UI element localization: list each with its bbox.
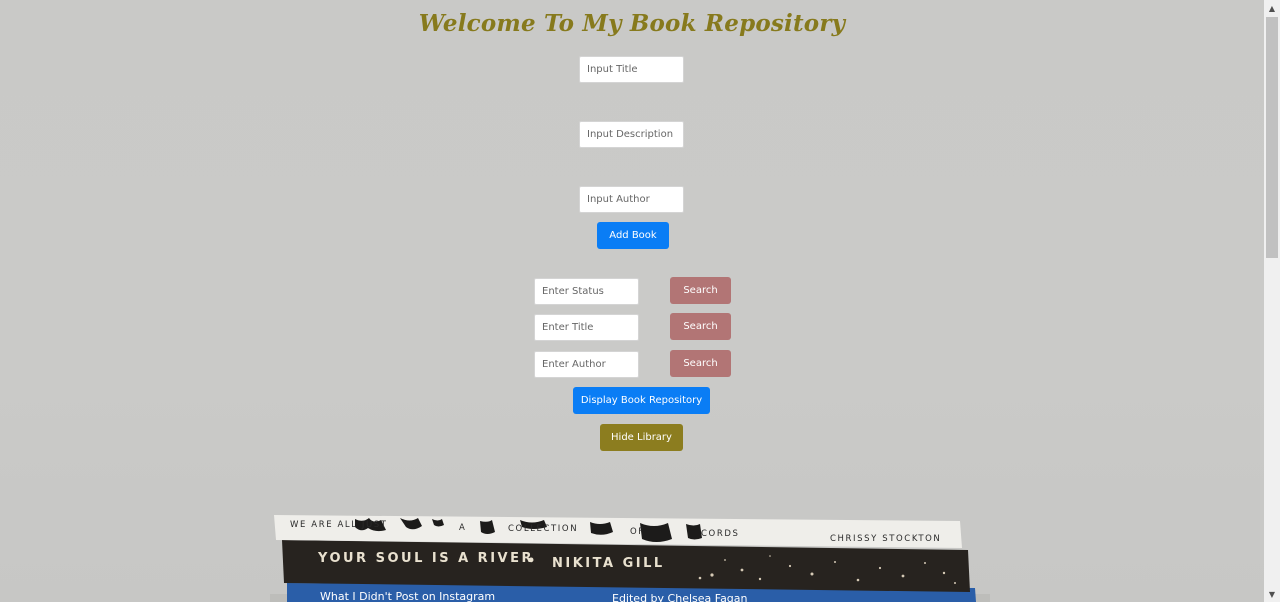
add-book-button[interactable]: Add Book <box>597 222 669 249</box>
search-author-button[interactable]: Search <box>670 350 731 377</box>
spine-text-8: • <box>527 554 538 569</box>
spine-text-2: A <box>459 523 466 533</box>
spine-text-5: CORDS <box>701 529 739 539</box>
search-status-button[interactable]: Search <box>670 277 731 304</box>
search-title-button[interactable]: Search <box>670 313 731 340</box>
input-description-field[interactable] <box>579 121 684 148</box>
page: Welcome To My Book Repository Add Book S… <box>0 0 1264 602</box>
blue-book <box>287 583 976 602</box>
spine-text-9: NIKITA GILL <box>552 556 665 571</box>
black-book <box>282 540 970 592</box>
spine-text-6: CHRISSY STOCKTON <box>830 534 941 544</box>
input-author-field[interactable] <box>579 186 684 213</box>
enter-author-field[interactable] <box>534 351 639 378</box>
spine-text-3: COLLECTION <box>508 524 578 534</box>
spine-text-11: Edited by Chelsea Fagan <box>612 592 748 602</box>
scroll-up-arrow-icon[interactable]: ▲ <box>1264 0 1280 16</box>
input-title-field[interactable] <box>579 56 684 83</box>
spine-text-4: OF <box>630 527 645 537</box>
spine-text-10: What I Didn't Post on Instagram <box>320 590 495 602</box>
enter-status-field[interactable] <box>534 278 639 305</box>
hide-library-button[interactable]: Hide Library <box>600 424 683 451</box>
scroll-down-arrow-icon[interactable]: ▼ <box>1264 586 1280 602</box>
display-repository-button[interactable]: Display Book Repository <box>573 387 710 414</box>
enter-title-field[interactable] <box>534 314 639 341</box>
white-book <box>274 515 962 548</box>
spine-text-7: YOUR SOUL IS A RIVER <box>317 551 534 566</box>
page-title: Welcome To My Book Repository <box>418 10 846 37</box>
spine-text-1: WE ARE ALL JUST <box>290 520 388 530</box>
vertical-scrollbar[interactable]: ▲ ▼ <box>1264 0 1280 602</box>
scrollbar-thumb[interactable] <box>1266 17 1278 258</box>
